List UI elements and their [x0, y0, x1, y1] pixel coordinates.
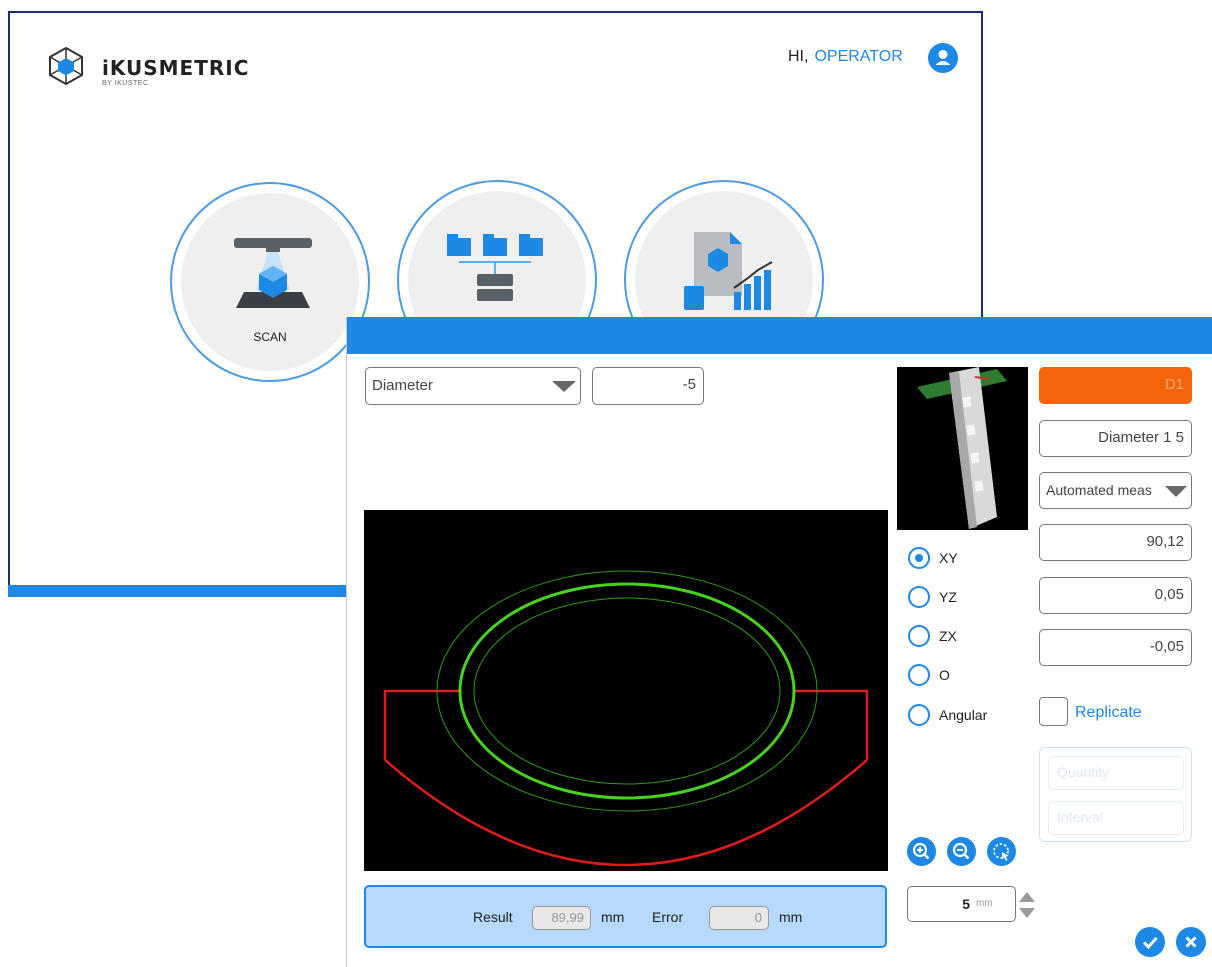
- scanner-icon: [234, 238, 312, 308]
- greeting: HI, OPERATOR: [788, 48, 903, 66]
- zoom-in-icon[interactable]: [907, 837, 936, 866]
- radio-yz-label: YZ: [939, 589, 957, 605]
- lower-tolerance-field[interactable]: -0,05: [1039, 629, 1192, 666]
- mode-select[interactable]: Automated meas: [1039, 472, 1192, 509]
- upper-tolerance-field[interactable]: 0,05: [1039, 577, 1192, 614]
- stepper-down-icon[interactable]: [1018, 906, 1036, 920]
- greeting-text: HI,: [788, 48, 809, 65]
- check-icon: [1142, 937, 1158, 950]
- error-unit: mm: [779, 909, 803, 925]
- zoom-fit-icon[interactable]: [987, 837, 1016, 866]
- radio-angular-label: Angular: [939, 707, 988, 723]
- cancel-button[interactable]: [1176, 927, 1206, 957]
- result-bar: Result 89,99 mm Error 0 mm: [364, 885, 887, 948]
- replicate-label[interactable]: Replicate: [1075, 704, 1142, 722]
- nominal-field[interactable]: 90,12: [1039, 524, 1192, 561]
- confirm-button[interactable]: [1135, 927, 1165, 957]
- radio-zx-label: ZX: [939, 628, 957, 644]
- report-chart-icon: [684, 232, 773, 310]
- brand-name: iKUSMETRIC: [102, 56, 250, 80]
- result-value: 89,99: [532, 906, 591, 930]
- user-avatar-icon[interactable]: [928, 43, 958, 73]
- dialog-title-bar: [347, 317, 1212, 354]
- measurement-dialog: Diameter -5 XY YZ ZX O Angular D1 Diamet…: [346, 317, 1212, 967]
- interval-input[interactable]: Interval: [1048, 801, 1184, 835]
- measure-type-select[interactable]: Diameter: [365, 367, 581, 405]
- network-folders-icon: [447, 234, 543, 301]
- part-thumbnail: [897, 367, 1028, 530]
- measure-type-value: Diameter: [372, 377, 433, 394]
- result-unit: mm: [601, 909, 625, 925]
- user-name-link[interactable]: OPERATOR: [814, 48, 902, 65]
- step-unit: mm: [976, 898, 993, 909]
- chevron-down-icon: [552, 381, 576, 392]
- brand-subtitle: BY IKUSTEC: [102, 80, 149, 87]
- offset-field[interactable]: -5: [592, 367, 704, 405]
- radio-zx[interactable]: [908, 625, 930, 647]
- chevron-down-icon: [1165, 486, 1187, 497]
- step-value: 5: [962, 896, 970, 912]
- replicate-checkbox[interactable]: [1039, 697, 1068, 726]
- feature-name-field[interactable]: Diameter 1 5: [1039, 420, 1192, 457]
- radio-angular[interactable]: [908, 704, 930, 726]
- error-label: Error: [652, 909, 684, 925]
- step-spinner[interactable]: 5 mm: [907, 886, 1016, 922]
- feature-id-field[interactable]: D1: [1039, 367, 1192, 404]
- error-value: 0: [709, 906, 769, 930]
- result-label: Result: [473, 909, 513, 925]
- zoom-out-icon[interactable]: [947, 837, 976, 866]
- radio-yz[interactable]: [908, 586, 930, 608]
- close-icon: [1185, 936, 1197, 948]
- profile-canvas[interactable]: [364, 510, 888, 871]
- radio-o[interactable]: [908, 664, 930, 686]
- radio-xy[interactable]: [908, 547, 930, 569]
- quantity-input[interactable]: Quantity: [1048, 756, 1184, 790]
- radio-o-label: O: [939, 667, 950, 683]
- mode-value: Automated meas: [1046, 482, 1152, 498]
- scan-tile-label: SCAN: [253, 330, 287, 344]
- radio-xy-label: XY: [939, 550, 958, 566]
- stepper-up-icon[interactable]: [1018, 890, 1036, 904]
- replicate-options: Quantity Interval: [1039, 747, 1192, 842]
- scan-tile[interactable]: SCAN: [170, 182, 370, 382]
- ikusmetric-logo-icon: [46, 46, 86, 91]
